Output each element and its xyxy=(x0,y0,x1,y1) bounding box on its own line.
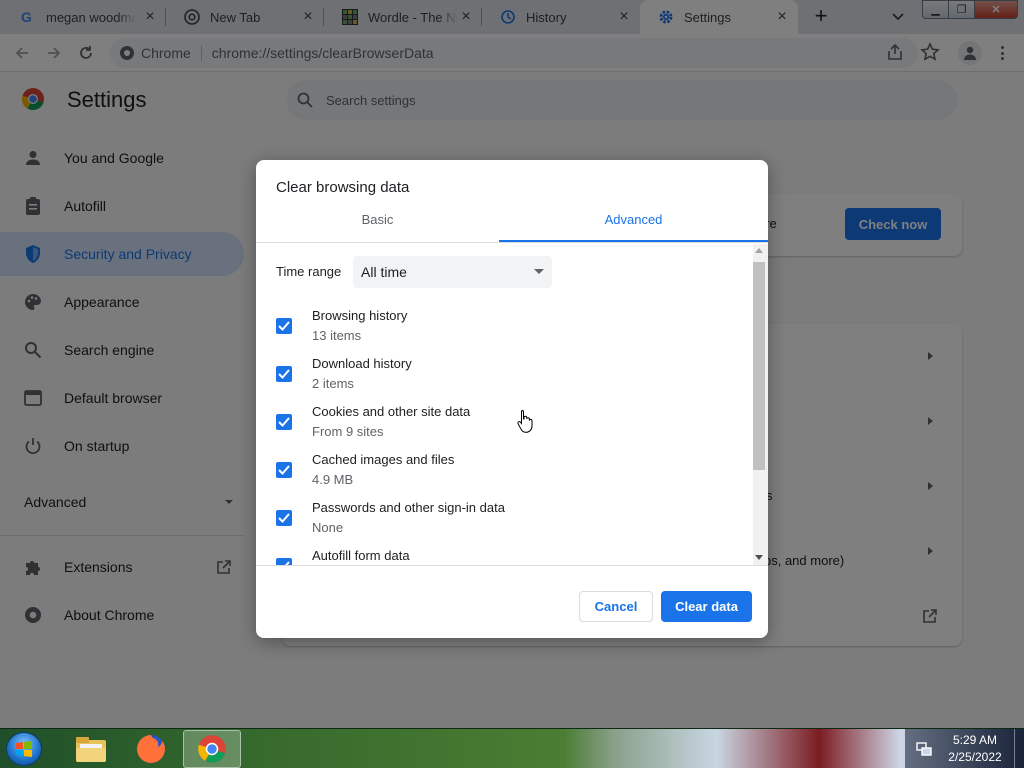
option-title: Cookies and other site data xyxy=(312,404,471,419)
dropdown-arrow-icon xyxy=(534,269,544,274)
hand-cursor-icon xyxy=(517,409,533,433)
dialog-title: Clear browsing data xyxy=(276,179,410,196)
show-desktop-button[interactable] xyxy=(1014,729,1024,768)
option-subtitle: From 9 sites xyxy=(312,424,384,439)
option-passwords[interactable]: Passwords and other sign-in data None xyxy=(276,498,746,546)
option-subtitle: 4.9 MB xyxy=(312,472,354,487)
firefox-icon xyxy=(137,735,165,763)
checkbox-checked-icon[interactable] xyxy=(276,318,292,334)
folder-icon xyxy=(76,737,106,762)
start-button[interactable] xyxy=(6,732,42,766)
options-list[interactable]: Time range All time Browsing history 13 … xyxy=(256,244,753,565)
footer-divider xyxy=(256,565,768,566)
tab-advanced[interactable]: Advanced xyxy=(499,212,768,242)
option-subtitle: None xyxy=(312,520,344,535)
option-subtitle: 2 items xyxy=(312,376,354,391)
option-subtitle: 13 items xyxy=(312,328,362,343)
option-browsing-history[interactable]: Browsing history 13 items xyxy=(276,306,746,354)
option-title: Download history xyxy=(312,356,412,371)
network-icon[interactable] xyxy=(915,740,933,758)
active-tab-indicator xyxy=(499,240,768,242)
checkbox-checked-icon[interactable] xyxy=(276,558,292,565)
option-title: Cached images and files xyxy=(312,452,455,467)
time-range-select[interactable]: All time xyxy=(353,256,552,288)
taskbar-chrome[interactable] xyxy=(183,730,241,768)
clock-time[interactable]: 5:29 AM xyxy=(935,733,1015,747)
checkbox-checked-icon[interactable] xyxy=(276,510,292,526)
option-title: Browsing history xyxy=(312,308,408,323)
option-download-history[interactable]: Download history 2 items xyxy=(276,354,746,402)
scroll-down-arrow-icon[interactable] xyxy=(755,555,763,560)
system-tray: 5:29 AM 2/25/2022 xyxy=(905,729,1024,768)
tab-basic[interactable]: Basic xyxy=(256,212,499,242)
clear-data-button[interactable]: Clear data xyxy=(661,591,752,622)
chrome-logo-icon xyxy=(198,735,226,763)
checkbox-checked-icon[interactable] xyxy=(276,366,292,382)
tab-divider xyxy=(256,242,768,243)
checkbox-checked-icon[interactable] xyxy=(276,414,292,430)
option-autofill-form-data[interactable]: Autofill form data xyxy=(276,546,746,565)
time-range-value: All time xyxy=(361,264,407,280)
taskbar-firefox[interactable] xyxy=(122,730,180,768)
cancel-button[interactable]: Cancel xyxy=(579,591,653,622)
taskbar-file-explorer[interactable] xyxy=(62,730,120,768)
clock-date[interactable]: 2/25/2022 xyxy=(935,750,1015,764)
clear-browsing-data-dialog: Clear browsing data Basic Advanced Time … xyxy=(256,160,768,638)
option-cached-images[interactable]: Cached images and files 4.9 MB xyxy=(276,450,746,498)
option-title: Passwords and other sign-in data xyxy=(312,500,505,515)
scroll-up-arrow-icon[interactable] xyxy=(755,248,763,253)
checkbox-checked-icon[interactable] xyxy=(276,462,292,478)
time-range-label: Time range xyxy=(276,264,342,279)
scrollbar-thumb[interactable] xyxy=(753,262,765,470)
windows-logo-icon xyxy=(16,741,32,757)
option-title: Autofill form data xyxy=(312,548,410,563)
option-cookies[interactable]: Cookies and other site data From 9 sites xyxy=(276,402,746,450)
screen: G megan woodman × New Tab × Wordle - The… xyxy=(0,0,1024,768)
windows-taskbar: 5:29 AM 2/25/2022 xyxy=(0,728,1024,768)
